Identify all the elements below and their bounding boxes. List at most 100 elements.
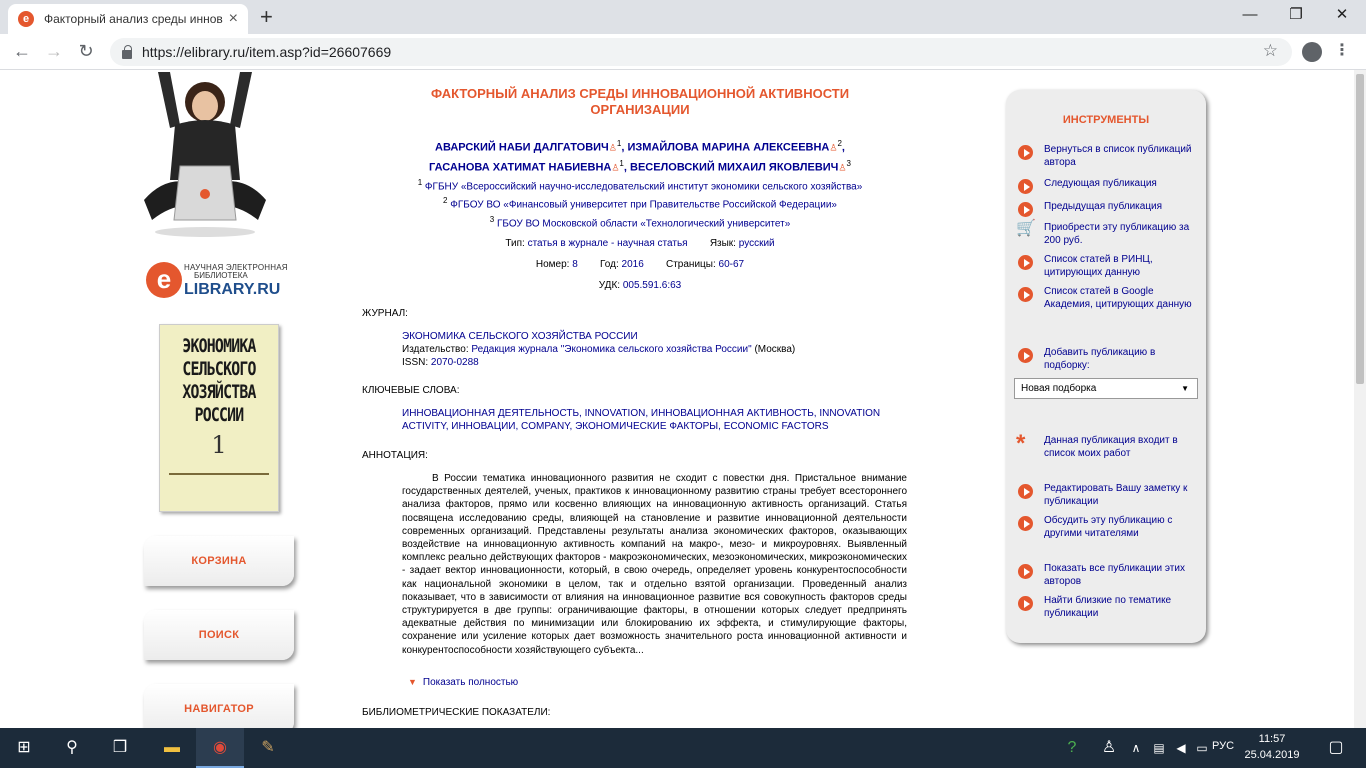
windows-taskbar: ⊞ ⚲ ❒ ▬ ◉ ✎ ? ♙ ∧ ▤ ◀ ▭ РУС 11:57 25.04.… xyxy=(0,728,1366,768)
play-arrow-icon xyxy=(1018,348,1033,363)
windows-start-icon[interactable]: ⊞ xyxy=(0,728,48,768)
url-text: https://elibrary.ru/item.asp?id=26607669 xyxy=(142,44,392,60)
cover-title: ЭКОНОМИКА СЕЛЬСКОГО ХОЗЯЙСТВА РОССИИ xyxy=(182,335,256,426)
mascot-woman-laptop-image xyxy=(144,72,266,237)
tool-buy-publication[interactable]: 🛒 Приобрести эту публикацию за 200 руб. xyxy=(1016,220,1201,247)
play-arrow-icon xyxy=(1018,145,1033,160)
volume-icon[interactable]: ◀ xyxy=(1170,728,1192,768)
maximize-icon[interactable]: ❐ xyxy=(1276,4,1316,26)
play-arrow-icon xyxy=(1018,287,1033,302)
play-arrow-icon xyxy=(1018,255,1033,270)
affiliation-link[interactable]: ГБОУ ВО Московской области «Технологичес… xyxy=(497,218,790,229)
browser-titlebar: e Факторный анализ среды инноваци × + — … xyxy=(0,0,1366,34)
file-explorer-icon[interactable]: ▬ xyxy=(148,728,196,768)
bibliometric-heading: БИБЛИОМЕТРИЧЕСКИЕ ПОКАЗАТЕЛИ: xyxy=(362,707,551,718)
tool-in-my-works[interactable]: * Данная публикация входит в список моих … xyxy=(1016,430,1201,460)
page-content: e НАУЧНАЯ ЭЛЕКТРОННАЯ БИБЛИОТЕКА LIBRARY… xyxy=(0,70,1366,728)
cover-number: 1 xyxy=(211,431,227,459)
browser-tab[interactable]: e Факторный анализ среды инноваци × xyxy=(8,4,248,34)
issn-link[interactable]: 2070-0288 xyxy=(431,357,479,368)
input-language[interactable]: РУС xyxy=(1212,740,1234,752)
tool-previous-publication[interactable]: Предыдущая публикация xyxy=(1016,201,1201,217)
journal-link[interactable]: ЭКОНОМИКА СЕЛЬСКОГО ХОЗЯЙСТВА РОССИИ xyxy=(402,330,907,343)
help-icon[interactable]: ? xyxy=(1052,728,1092,768)
tool-rinc-citing-list[interactable]: Список статей в РИНЦ, цитирующих данную xyxy=(1016,254,1201,279)
cart-icon: 🛒 xyxy=(1016,220,1036,237)
tool-back-to-author-list[interactable]: Вернуться в список публикаций автора xyxy=(1016,144,1201,169)
tool-edit-note[interactable]: Редактировать Вашу заметку к публикации xyxy=(1016,483,1201,508)
triangle-down-icon: ▼ xyxy=(408,677,417,687)
authors: АВАРСКИЙ НАБИ ДАЛГАТОВИЧ♙1, ИЗМАЙЛОВА МА… xyxy=(429,139,851,174)
publisher-link[interactable]: Редакция журнала "Экономика сельского хо… xyxy=(471,344,751,355)
author-link[interactable]: ГАСАНОВА ХАТИМАТ НАБИЕВНА xyxy=(429,161,611,173)
keyboard-icon[interactable]: ▭ xyxy=(1192,728,1212,768)
minimize-icon[interactable]: — xyxy=(1230,4,1270,26)
affiliations: 1 ФГБНУ «Всероссийский научно-исследоват… xyxy=(417,178,863,229)
author-link[interactable]: ВЕСЕЛОВСКИЙ МИХАИЛ ЯКОВЛЕВИЧ xyxy=(630,161,838,173)
page-scrollbar[interactable] xyxy=(1354,70,1366,728)
issue-row: Номер: 8 Год: 2016 Страницы: 60-67 xyxy=(535,259,745,270)
play-arrow-icon xyxy=(1018,179,1033,194)
tools-heading: ИНСТРУМЕНТЫ xyxy=(1062,114,1150,126)
play-arrow-icon xyxy=(1018,596,1033,611)
people-icon[interactable]: ♙ xyxy=(1094,728,1124,768)
abstract-heading: АННОТАЦИЯ: xyxy=(362,450,428,461)
tab-title: Факторный анализ среды инноваци xyxy=(44,12,223,26)
browser-menu-icon[interactable]: ⋮ xyxy=(1334,40,1350,62)
keywords-links[interactable]: ИННОВАЦИОННАЯ ДЕЯТЕЛЬНОСТЬ, INNOVATION, … xyxy=(402,407,907,433)
journal-heading: ЖУРНАЛ: xyxy=(362,308,408,319)
play-arrow-icon xyxy=(1018,516,1033,531)
chrome-icon[interactable]: ◉ xyxy=(196,728,244,768)
author-link[interactable]: АВАРСКИЙ НАБИ ДАЛГАТОВИЧ xyxy=(435,142,609,154)
play-arrow-icon xyxy=(1018,202,1033,217)
tool-google-scholar-citing[interactable]: Список статей в Google Академия, цитирую… xyxy=(1016,286,1201,311)
tool-next-publication[interactable]: Следующая публикация xyxy=(1016,178,1201,194)
affiliation-link[interactable]: ФГБОУ ВО «Финансовый университет при Пра… xyxy=(450,200,837,211)
system-clock[interactable]: 11:57 25.04.2019 xyxy=(1242,731,1302,763)
tool-find-similar[interactable]: Найти близкие по тематике публикации xyxy=(1016,595,1201,620)
lock-icon xyxy=(122,44,132,59)
issue-number-link[interactable]: 8 xyxy=(572,259,578,270)
task-view-icon[interactable]: ❒ xyxy=(96,728,144,768)
bookmark-star-icon[interactable]: ☆ xyxy=(1263,41,1278,61)
play-arrow-icon xyxy=(1018,564,1033,579)
search-button[interactable]: ПОИСК xyxy=(144,610,294,660)
forward-icon[interactable]: → xyxy=(42,40,66,62)
tool-discuss-publication[interactable]: Обсудить эту публикацию с другими читате… xyxy=(1016,515,1201,540)
journal-info: ЭКОНОМИКА СЕЛЬСКОГО ХОЗЯЙСТВА РОССИИ Изд… xyxy=(402,330,907,369)
affiliation-link[interactable]: ФГБНУ «Всероссийский научно-исследовател… xyxy=(425,181,862,192)
dropdown-arrow-icon: ▼ xyxy=(1181,384,1189,393)
abstract-text: В России тематика инновационного развити… xyxy=(402,473,907,656)
journal-cover-image[interactable]: ЭКОНОМИКА СЕЛЬСКОГО ХОЗЯЙСТВА РОССИИ 1 xyxy=(159,324,279,512)
new-tab-button[interactable]: + xyxy=(260,5,273,29)
type-language-row: Тип: статья в журнале - научная статья Я… xyxy=(505,238,775,249)
tray-up-arrow-icon[interactable]: ∧ xyxy=(1124,728,1148,768)
back-icon[interactable]: ← xyxy=(10,40,34,62)
search-icon[interactable]: ⚲ xyxy=(48,728,96,768)
show-full-link[interactable]: ▼ Показать полностью xyxy=(408,677,518,688)
network-icon[interactable]: ▤ xyxy=(1148,728,1170,768)
elibrary-logo[interactable]: e НАУЧНАЯ ЭЛЕКТРОННАЯ БИБЛИОТЕКА LIBRARY… xyxy=(146,260,306,304)
cart-button[interactable]: КОРЗИНА xyxy=(144,536,294,586)
paint-icon[interactable]: ✎ xyxy=(244,728,292,768)
reload-icon[interactable]: ↻ xyxy=(74,40,98,62)
address-bar[interactable]: https://elibrary.ru/item.asp?id=26607669… xyxy=(110,38,1292,66)
collection-select[interactable]: Новая подборка ▼ xyxy=(1014,378,1198,399)
elibrary-favicon: e xyxy=(18,11,34,27)
notifications-icon[interactable]: ▢ xyxy=(1316,728,1356,768)
close-window-icon[interactable]: ✕ xyxy=(1322,4,1362,26)
browser-toolbar: ← → ↻ https://elibrary.ru/item.asp?id=26… xyxy=(0,34,1366,70)
navigator-button[interactable]: НАВИГАТОР xyxy=(144,684,294,728)
article-title: ФАКТОРНЫЙ АНАЛИЗ СРЕДЫ ИННОВАЦИОННОЙ АКТ… xyxy=(430,86,850,117)
close-tab-icon[interactable]: × xyxy=(229,10,238,28)
person-icon[interactable]: ♙ xyxy=(609,143,617,153)
tool-show-all-author-publications[interactable]: Показать все публикации этих авторов xyxy=(1016,563,1201,588)
author-link[interactable]: ИЗМАЙЛОВА МАРИНА АЛЕКСЕЕВНА xyxy=(627,142,829,154)
profile-avatar-icon[interactable] xyxy=(1302,42,1322,62)
asterisk-icon: * xyxy=(1016,430,1026,457)
tools-panel: ИНСТРУМЕНТЫ Вернуться в список публикаци… xyxy=(1006,90,1206,643)
tool-add-to-collection[interactable]: Добавить публикацию в подборку: xyxy=(1016,347,1201,372)
keywords-heading: КЛЮЧЕВЫЕ СЛОВА: xyxy=(362,385,460,396)
udk-row: УДК: 005.591.6:63 xyxy=(598,280,682,291)
play-arrow-icon xyxy=(1018,484,1033,499)
